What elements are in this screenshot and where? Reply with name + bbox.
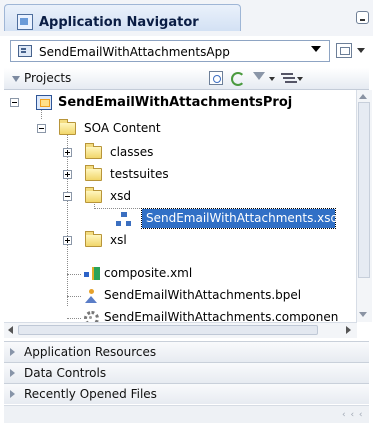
panel-label: Recently Opened Files <box>24 387 157 401</box>
projects-panel-header[interactable]: Projects <box>4 68 369 90</box>
navigator-titlebar: Application Navigator <box>0 0 373 36</box>
panel-resize-bar[interactable]: ‹ ‹ ‹ <box>4 405 369 423</box>
projects-panel-title: Projects <box>24 71 72 85</box>
folder-icon <box>85 143 102 159</box>
folder-icon <box>85 187 102 203</box>
expand-toggle[interactable] <box>63 170 72 179</box>
tree-item-label: xsl <box>110 233 127 247</box>
application-menu-chevron-icon[interactable] <box>357 48 365 53</box>
folder-icon <box>59 119 76 135</box>
tree-item-label: xsd <box>110 189 131 203</box>
expand-toggle[interactable] <box>63 236 72 245</box>
application-selector-value: SendEmailWithAttachmentsApp <box>39 45 230 59</box>
scroll-right-icon[interactable] <box>346 326 351 334</box>
composite-icon <box>84 267 100 282</box>
refresh-icon[interactable] <box>209 71 223 85</box>
tree-item-xsd[interactable]: xsd <box>4 186 355 208</box>
tree-item-label: classes <box>110 145 154 159</box>
sort-dropdown-icon[interactable] <box>297 77 303 81</box>
panel-label: Data Controls <box>24 366 107 380</box>
vertical-scroll-thumb[interactable] <box>358 102 370 278</box>
folder-icon <box>85 165 102 181</box>
collapse-triangle-icon[interactable] <box>12 76 20 82</box>
project-tree[interactable]: SendEmailWithAttachmentsProj SOA Content… <box>4 90 355 322</box>
resize-grip-icon[interactable]: ‹ ‹ ‹ <box>342 410 364 420</box>
tree-item-soa-content[interactable]: SOA Content <box>4 118 355 140</box>
filter-icon[interactable] <box>253 72 265 80</box>
vertical-scrollbar[interactable] <box>356 90 372 322</box>
tree-item-label: SendEmailWithAttachments.bpel <box>104 288 302 302</box>
scroll-up-icon[interactable] <box>359 94 367 99</box>
tree-item-project[interactable]: SendEmailWithAttachmentsProj <box>4 92 355 114</box>
expand-triangle-icon <box>10 369 15 377</box>
bpel-process-icon <box>84 289 100 304</box>
collapse-toggle[interactable] <box>37 124 46 133</box>
project-icon <box>36 95 52 110</box>
panel-label: Application Resources <box>24 345 157 359</box>
filter-dropdown-icon[interactable] <box>269 77 275 81</box>
navigator-tab[interactable]: Application Navigator <box>4 4 241 31</box>
panel-application-resources[interactable]: Application Resources <box>4 341 369 362</box>
tree-item-label: SendEmailWithAttachmentsProj <box>58 95 293 110</box>
expand-triangle-icon <box>10 390 15 398</box>
panel-recently-opened-files[interactable]: Recently Opened Files <box>4 383 369 404</box>
horizontal-scroll-thumb[interactable] <box>18 325 318 335</box>
horizontal-scrollbar[interactable] <box>4 322 357 338</box>
sync-icon[interactable] <box>230 71 245 86</box>
tree-item-testsuites[interactable]: testsuites <box>4 164 355 186</box>
application-navigator-icon <box>17 14 33 30</box>
application-menu-button[interactable] <box>336 43 352 58</box>
collapse-toggle[interactable] <box>63 192 72 201</box>
expand-triangle-icon <box>10 348 15 356</box>
sort-icon[interactable] <box>281 72 293 84</box>
tree-item-bpel[interactable]: SendEmailWithAttachments.bpel <box>4 285 355 307</box>
tree-item-component-type[interactable]: SendEmailWithAttachments.componen <box>4 307 355 322</box>
folder-icon <box>85 231 102 247</box>
tree-item-xsl[interactable]: xsl <box>4 230 355 252</box>
chevron-down-icon[interactable] <box>311 46 321 52</box>
application-icon <box>18 45 32 57</box>
tree-item-label: composite.xml <box>104 266 193 280</box>
xsd-schema-icon <box>116 212 132 227</box>
tree-item-composite[interactable]: composite.xml <box>4 263 355 285</box>
scroll-down-icon[interactable] <box>359 312 367 317</box>
component-type-icon <box>84 311 99 322</box>
tree-item-label: SOA Content <box>84 121 161 135</box>
minimize-icon[interactable] <box>356 11 369 24</box>
collapse-toggle[interactable] <box>10 98 19 107</box>
tree-item-xsd-file[interactable]: SendEmailWithAttachments.xsd <box>4 208 355 230</box>
panel-data-controls[interactable]: Data Controls <box>4 362 369 383</box>
tree-item-label: SendEmailWithAttachments.componen <box>104 310 339 322</box>
tree-item-classes[interactable]: classes <box>4 142 355 164</box>
tree-item-label: testsuites <box>110 167 169 181</box>
scroll-left-icon[interactable] <box>8 326 13 334</box>
application-selector[interactable]: SendEmailWithAttachmentsApp <box>10 40 330 62</box>
navigator-title: Application Navigator <box>39 15 199 30</box>
expand-toggle[interactable] <box>63 148 72 157</box>
tree-item-label: SendEmailWithAttachments.xsd <box>146 211 339 225</box>
